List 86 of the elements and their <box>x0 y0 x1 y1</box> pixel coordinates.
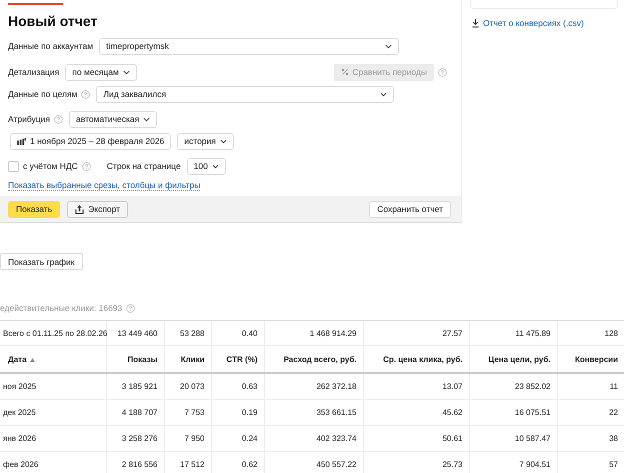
table-cell: 262 372.18 <box>264 373 363 400</box>
table-cell: дек 2025 <box>0 400 106 426</box>
field-label: Атрибуция <box>8 114 50 124</box>
sort-icon <box>30 358 35 362</box>
help-icon[interactable] <box>82 162 91 170</box>
table-cell: 402 323.74 <box>264 426 363 452</box>
page-title: Новый отчет <box>8 12 98 31</box>
total-cell: 11 475.89 <box>469 320 557 346</box>
help-icon[interactable] <box>81 90 90 98</box>
total-cell: 53 288 <box>164 320 211 346</box>
total-cell: Всего с 01.11.25 по 28.02.26 <box>0 320 106 346</box>
table-cell: 0.62 <box>211 452 264 473</box>
table-cell: 353 661.15 <box>264 400 363 426</box>
total-cell: 1 468 914.29 <box>264 320 363 346</box>
column-header[interactable]: CTR (%) <box>211 346 264 373</box>
table-cell: 4 188 707 <box>106 400 164 426</box>
table-cell: 38 <box>557 426 624 452</box>
table-cell: янв 2026 <box>0 426 106 452</box>
column-header[interactable]: Расход всего, руб. <box>264 346 363 373</box>
help-icon[interactable] <box>126 304 136 312</box>
table-cell: 3 185 921 <box>106 373 164 400</box>
table-cell: фев 2026 <box>0 452 106 473</box>
column-header[interactable]: Дата <box>0 346 106 373</box>
column-header[interactable]: Цена цели, руб. <box>469 346 557 373</box>
table-cell: 23 852.02 <box>469 373 557 400</box>
table-cell: 2 816 556 <box>106 452 164 473</box>
table-cell: 0.24 <box>211 426 264 452</box>
help-icon[interactable] <box>54 114 64 124</box>
total-cell: 27.57 <box>363 320 469 346</box>
checkbox-label: с учётом НДС <box>23 161 78 171</box>
rows-select[interactable]: 100 <box>186 158 226 174</box>
invalid-clicks-text: едействительные клики: 16693 <box>0 303 122 313</box>
csv-download-link[interactable]: Отчет о конверсиях (.csv) <box>472 18 584 28</box>
field-label: Строк на странице <box>106 161 181 171</box>
table-cell: 10 587.47 <box>469 426 557 452</box>
export-button[interactable]: Экспорт <box>67 200 128 218</box>
table-cell: 450 557.22 <box>264 452 363 473</box>
column-header[interactable]: Показы <box>106 346 164 373</box>
chevron-icon <box>143 116 150 122</box>
table-cell: 50.61 <box>363 426 469 452</box>
column-header[interactable]: Клики <box>164 346 211 373</box>
table-cell: ноя 2025 <box>0 373 106 400</box>
field-label: Данные по аккаунтам <box>8 41 94 51</box>
table-cell: 17 512 <box>164 452 211 473</box>
chevron-icon <box>122 70 130 74</box>
chevron-icon <box>380 92 388 96</box>
table-cell: 0.19 <box>211 400 264 426</box>
table-cell: 57 <box>557 452 624 473</box>
field-label: Данные по целям <box>8 89 78 99</box>
filters-link[interactable]: Показать выбранные срезы, столбцы и фильтры <box>8 180 200 190</box>
chevron-icon <box>220 138 227 144</box>
vat-checkbox[interactable] <box>8 160 19 172</box>
account-select[interactable]: timepropertymsk <box>99 38 400 54</box>
field-label: Детализация <box>8 67 60 77</box>
table-cell: 16 075.51 <box>469 400 557 426</box>
detail-select[interactable]: по месяцам <box>65 64 137 80</box>
table-cell: 7 904.51 <box>469 452 557 473</box>
table-cell: 7 753 <box>164 400 211 426</box>
total-cell: 13 449 460 <box>106 320 164 346</box>
total-cell: 0.40 <box>211 320 264 346</box>
attribution-select[interactable]: автоматическая <box>69 110 158 128</box>
total-cell: 128 <box>557 320 624 346</box>
table-cell: 45.62 <box>363 400 469 426</box>
table-cell: 3 258 276 <box>106 426 164 452</box>
history-select[interactable]: история <box>177 132 234 150</box>
percent-icon <box>341 68 350 76</box>
table-cell: 0.63 <box>211 373 264 400</box>
goal-select[interactable]: Лид заквалился <box>96 86 394 102</box>
date-range-button[interactable]: 1 ноября 2025 – 28 февраля 2026 <box>10 132 172 150</box>
table-cell: 7 950 <box>164 426 211 452</box>
table-cell: 13.07 <box>363 373 469 400</box>
table-cell: 25.73 <box>363 452 469 473</box>
bar-chart-icon <box>17 138 26 144</box>
chevron-icon <box>385 44 392 48</box>
show-chart-button[interactable]: Показать график <box>0 253 83 270</box>
download-icon <box>472 18 479 28</box>
table-cell: 22 <box>557 400 624 426</box>
column-header[interactable]: Ср. цена клика, руб. <box>363 346 469 373</box>
table-cell: 20 073 <box>164 373 211 400</box>
chevron-icon <box>212 164 219 168</box>
upload-icon <box>75 204 84 214</box>
column-header[interactable]: Конверсии <box>557 346 624 373</box>
help-icon[interactable] <box>438 68 447 76</box>
save-report-button[interactable]: Сохранить отчет <box>369 200 451 218</box>
show-button[interactable]: Показать <box>8 200 60 218</box>
table-cell: 11 <box>557 373 624 400</box>
